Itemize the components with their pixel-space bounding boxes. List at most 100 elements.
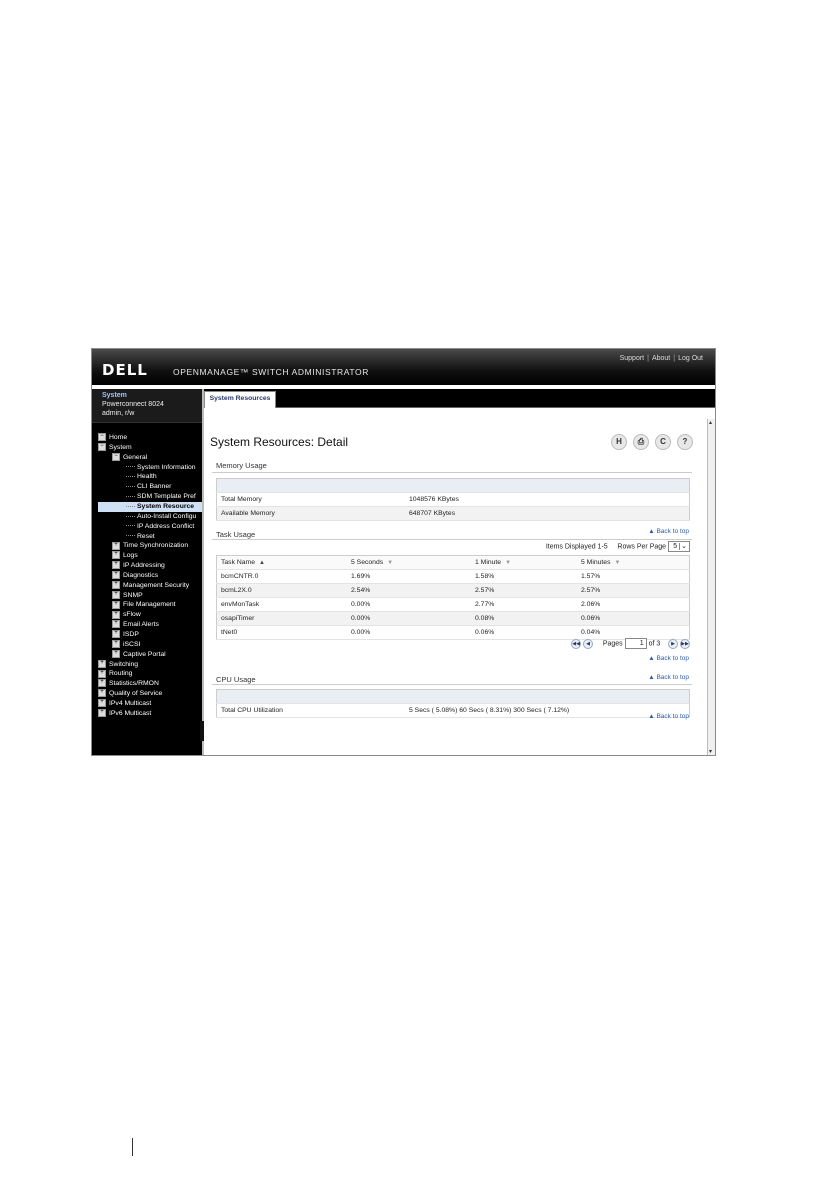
- last-page-icon[interactable]: ▶▶: [680, 638, 690, 649]
- pages-label: Pages: [602, 640, 623, 648]
- back-to-top-link[interactable]: ▲ Back to top: [648, 713, 689, 720]
- back-to-top-link[interactable]: ▲ Back to top: [648, 655, 689, 662]
- expand-icon[interactable]: +: [98, 669, 106, 678]
- memory-divider: [212, 472, 692, 473]
- expand-icon[interactable]: +: [112, 590, 120, 599]
- expand-icon[interactable]: +: [112, 571, 120, 580]
- nav-item[interactable]: + sFlow: [112, 610, 141, 620]
- nav-item[interactable]: Health: [126, 472, 157, 482]
- back-to-top-link[interactable]: ▲ Back to top: [648, 674, 689, 681]
- nav-item[interactable]: + Captive Portal: [112, 649, 166, 660]
- nav-item[interactable]: + SNMP: [112, 590, 143, 601]
- table-cell: 0.06%: [577, 611, 690, 626]
- expand-icon[interactable]: +: [112, 541, 120, 550]
- expand-icon[interactable]: +: [98, 699, 106, 708]
- task-table: Task Name ▲ 5 Seconds ▼ 1 Minute ▼ 5 Minute…: [216, 555, 690, 640]
- table-row: envMonTask 0.00% 2.77% 2.06%: [216, 597, 690, 612]
- support-link[interactable]: Support: [620, 355, 645, 362]
- collapse-icon[interactable]: −: [98, 443, 106, 452]
- col-1-minute[interactable]: 1 Minute ▼: [471, 555, 577, 570]
- nav-item[interactable]: + Switching: [98, 659, 138, 670]
- tree-connector: [126, 476, 135, 478]
- nav-item[interactable]: − General: [112, 452, 147, 463]
- logout-link[interactable]: Log Out: [678, 355, 703, 362]
- collapse-icon[interactable]: −: [112, 452, 120, 461]
- col-5-seconds[interactable]: 5 Seconds ▼: [347, 555, 471, 570]
- task-divider: [212, 539, 692, 540]
- table-cell: osapiTimer: [216, 611, 347, 626]
- nav-item[interactable]: + IP Addressing: [112, 561, 165, 571]
- col-task-name[interactable]: Task Name ▲: [216, 555, 347, 570]
- expand-icon[interactable]: +: [98, 679, 106, 688]
- cpu-table: Total CPU Utilization 5 Secs ( 5.08%) 60…: [216, 689, 690, 718]
- nav-item[interactable]: System Information: [126, 463, 196, 473]
- nav-item[interactable]: − Home: [98, 433, 127, 443]
- nav-item[interactable]: + iSCSI: [112, 640, 140, 650]
- nav-item-label: System: [109, 443, 132, 451]
- nav-item[interactable]: + File Management: [112, 600, 176, 610]
- back-to-top-link[interactable]: ▲ Back to top: [648, 528, 689, 535]
- next-page-icon[interactable]: ▶: [668, 638, 679, 649]
- memory-table: Total Memory 1048576 KBytes Available Me…: [216, 478, 690, 521]
- memory-label: Total Memory: [216, 492, 405, 507]
- header-bar: DELL OPENMANAGE™ SWITCH ADMINISTRATOR Su…: [92, 349, 715, 385]
- expand-icon[interactable]: +: [112, 640, 120, 649]
- expand-icon[interactable]: +: [112, 600, 120, 609]
- nav-item-label: Time Synchronization: [123, 542, 189, 550]
- task-pager-bottom: ◀◀ ◀ Pages 1 of 3 ▶ ▶▶: [216, 638, 690, 650]
- nav-item[interactable]: + Routing: [98, 669, 132, 679]
- table-cell: envMonTask: [216, 597, 347, 612]
- collapse-icon[interactable]: −: [98, 433, 106, 442]
- expand-icon[interactable]: +: [112, 630, 120, 639]
- items-displayed: Items Displayed 1-5: [545, 543, 608, 551]
- print-icon[interactable]: ⎙: [633, 434, 649, 450]
- chevron-down-icon: ⌄: [679, 543, 687, 550]
- nav-item[interactable]: + Diagnostics: [112, 571, 158, 581]
- expand-icon[interactable]: +: [112, 551, 120, 560]
- nav-item[interactable]: + Logs: [112, 551, 138, 561]
- nav-item[interactable]: Auto-Install Configu: [126, 512, 196, 522]
- nav-item-label: IP Address Conflict: [137, 522, 195, 530]
- expand-icon[interactable]: +: [112, 580, 120, 589]
- table-header-band: [216, 689, 690, 704]
- expand-icon[interactable]: +: [112, 610, 120, 619]
- save-icon[interactable]: H: [611, 434, 627, 450]
- scroll-down-icon[interactable]: ▾: [709, 748, 712, 755]
- prev-page-icon[interactable]: ◀: [583, 638, 594, 649]
- nav-item[interactable]: − System: [98, 443, 132, 453]
- page-input[interactable]: 1: [624, 638, 647, 649]
- nav-item[interactable]: IP Address Conflict: [126, 522, 194, 532]
- nav-item[interactable]: + ISDP: [112, 630, 139, 640]
- rows-per-page-select[interactable]: 5 ⌄: [668, 541, 690, 552]
- expand-icon[interactable]: +: [98, 709, 106, 717]
- nav-item[interactable]: + Statistics/RMON: [98, 679, 159, 689]
- nav-item[interactable]: System Resource: [98, 501, 202, 512]
- content-vertical-scrollbar[interactable]: ▴ ▾: [707, 419, 715, 755]
- first-page-icon[interactable]: ◀◀: [571, 638, 582, 649]
- tree-connector: [126, 466, 135, 468]
- tab-strip: System Resources: [204, 389, 715, 408]
- nav-item[interactable]: + Time Synchronization: [112, 541, 188, 551]
- table-cell: 0.00%: [347, 611, 471, 626]
- nav-item[interactable]: + IPv4 Multicast: [98, 699, 151, 709]
- expand-icon[interactable]: +: [112, 620, 120, 629]
- nav-item[interactable]: CLI Banner: [126, 482, 171, 492]
- nav-item-label: Routing: [109, 670, 133, 678]
- table-row: Total Memory 1048576 KBytes: [216, 492, 690, 507]
- expand-icon[interactable]: +: [112, 561, 120, 570]
- about-link[interactable]: About: [652, 355, 670, 362]
- nav-item[interactable]: + IPv6 Multicast: [98, 709, 151, 719]
- expand-icon[interactable]: +: [112, 649, 120, 658]
- expand-icon[interactable]: +: [98, 659, 106, 668]
- col-5-minutes[interactable]: 5 Minutes ▼: [577, 555, 690, 570]
- expand-icon[interactable]: +: [98, 689, 106, 698]
- nav-item[interactable]: + Management Security: [112, 580, 189, 591]
- nav-item[interactable]: SDM Template Pref: [126, 492, 196, 502]
- help-icon[interactable]: ?: [677, 434, 693, 450]
- tab-system-resources[interactable]: System Resources: [204, 391, 276, 408]
- scroll-up-icon[interactable]: ▴: [709, 419, 712, 426]
- refresh-icon[interactable]: C: [655, 434, 671, 450]
- nav-item[interactable]: Reset: [126, 532, 155, 542]
- nav-item[interactable]: + Quality of Service: [98, 689, 162, 699]
- nav-item[interactable]: + Email Alerts: [112, 620, 159, 630]
